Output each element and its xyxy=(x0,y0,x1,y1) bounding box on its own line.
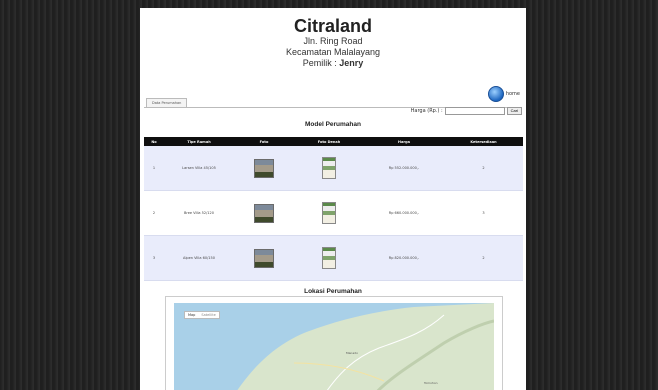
main-page: Citraland Jln. Ring Road Kecamatan Malal… xyxy=(140,8,526,390)
table-header-row: No Tipe Rumah Foto Foto Denah Harga Kete… xyxy=(144,137,523,146)
col-harga: Harga xyxy=(364,137,444,146)
col-no: No xyxy=(144,137,164,146)
table-row: 2 Bree Villa 52/120 Rp 660.000.000,- 3 xyxy=(144,190,523,236)
cell-tipe: Alpen Villa 60/150 xyxy=(164,235,234,281)
home-label: home xyxy=(505,91,520,97)
price-search: Harga (Rp.) : Cari xyxy=(411,107,522,115)
map-canvas[interactable]: Map Satellite Manado Tomohon xyxy=(174,303,494,390)
cell-tipe: Bree Villa 52/120 xyxy=(164,190,234,236)
floor-plan-image[interactable] xyxy=(322,247,336,269)
location-map[interactable]: Map Satellite Manado Tomohon xyxy=(165,296,503,390)
floor-plan-image[interactable] xyxy=(322,202,336,224)
cell-no: 2 xyxy=(144,190,164,236)
cell-no: 1 xyxy=(144,146,164,191)
col-ketersediaan: Ketersediaan xyxy=(444,137,523,146)
cell-stok: 2 xyxy=(444,146,523,191)
owner-line: Pemilik : Jenry xyxy=(140,58,526,69)
col-foto: Foto xyxy=(234,137,294,146)
col-denah: Foto Denah xyxy=(294,137,364,146)
price-input[interactable] xyxy=(444,107,505,115)
map-place-label: Tomohon xyxy=(424,381,438,385)
models-heading: Model Perumahan xyxy=(305,121,361,128)
house-photo[interactable] xyxy=(254,158,274,178)
location-heading: Lokasi Perumahan xyxy=(304,288,362,295)
owner-name: Jenry xyxy=(339,58,364,68)
cell-harga: Rp 820.000.000,- xyxy=(364,235,444,281)
owner-label: Pemilik : xyxy=(302,58,340,68)
cell-no: 3 xyxy=(144,235,164,281)
address-line-1: Jln. Ring Road xyxy=(303,36,363,46)
house-photo[interactable] xyxy=(254,203,274,223)
search-button[interactable]: Cari xyxy=(506,107,522,115)
cell-stok: 2 xyxy=(444,235,523,281)
map-place-label: Manado xyxy=(346,351,358,355)
address-line-2: Kecamatan Malalayang xyxy=(285,47,381,57)
col-tipe: Tipe Rumah xyxy=(164,137,234,146)
price-label: Harga (Rp.) : xyxy=(410,108,443,114)
cell-tipe: Larsen Villa 45/105 xyxy=(164,146,234,191)
models-table: No Tipe Rumah Foto Foto Denah Harga Kete… xyxy=(144,137,523,281)
table-row: 3 Alpen Villa 60/150 Rp 820.000.000,- 2 xyxy=(144,235,523,281)
cell-harga: Rp 552.000.000,- xyxy=(364,146,444,191)
house-photo[interactable] xyxy=(254,248,274,268)
map-button[interactable]: Map xyxy=(185,312,198,318)
map-graphic xyxy=(174,303,494,390)
satellite-button[interactable]: Satellite xyxy=(198,312,218,318)
tab-data-perumahan[interactable]: Data Perumahan xyxy=(146,98,188,107)
page-header: Citraland Jln. Ring Road Kecamatan Malal… xyxy=(140,16,526,69)
table-row: 1 Larsen Villa 45/105 Rp 552.000.000,- 2 xyxy=(144,146,523,191)
cell-harga: Rp 660.000.000,- xyxy=(364,190,444,236)
cell-stok: 3 xyxy=(444,190,523,236)
page-title: Citraland xyxy=(293,16,372,36)
floor-plan-image[interactable] xyxy=(322,157,336,179)
map-type-control: Map Satellite xyxy=(184,311,220,319)
